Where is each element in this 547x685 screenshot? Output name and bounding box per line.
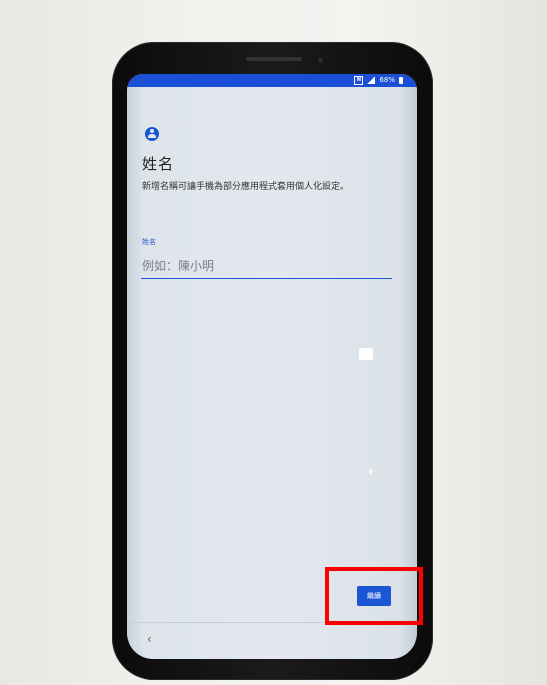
- name-input[interactable]: [141, 254, 392, 279]
- account-circle-icon: [145, 127, 159, 141]
- signal-icon: [367, 77, 376, 84]
- highlight-box: [325, 567, 423, 625]
- earpiece-speaker: [246, 57, 302, 61]
- account-icon-body: [148, 134, 156, 138]
- battery-percent: 68%: [379, 76, 395, 84]
- status-icons: N 68%: [354, 74, 403, 87]
- page-description: 新增名稱可讓手機為部分應用程式套用個人化設定。: [142, 182, 350, 192]
- nfc-icon: N: [354, 76, 364, 85]
- account-icon-head: [150, 129, 154, 133]
- status-bar: N 68%: [127, 74, 417, 87]
- page-title: 姓名: [142, 155, 175, 173]
- front-sensor: [318, 58, 323, 63]
- back-icon[interactable]: ‹: [147, 632, 152, 646]
- battery-icon: [399, 77, 403, 84]
- name-field-label: 姓名: [142, 238, 156, 246]
- screen-glare-small: [369, 469, 372, 474]
- screen-glare: [359, 348, 373, 360]
